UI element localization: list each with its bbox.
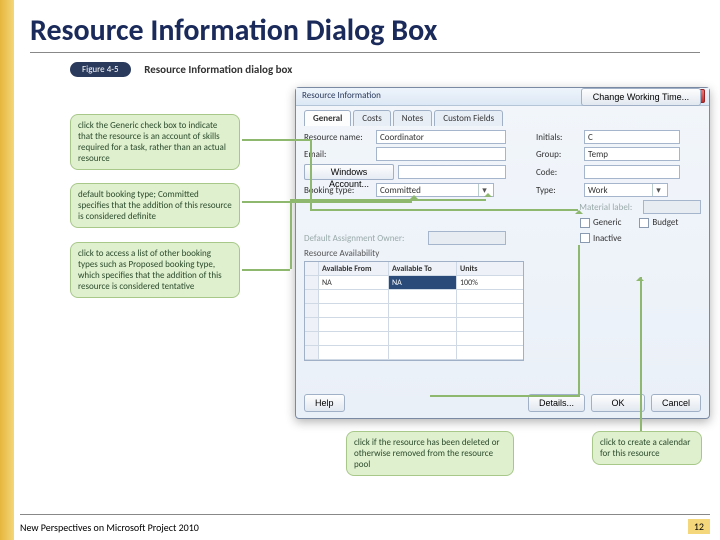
help-button[interactable]: Help [304, 394, 345, 412]
available-to-cell[interactable]: NA [389, 276, 457, 290]
chevron-down-icon: ▾ [652, 184, 664, 196]
dialog-title: Resource Information [302, 90, 381, 101]
cancel-button[interactable]: Cancel [651, 394, 701, 412]
default-assignment-owner-label: Default Assignment Owner: [304, 233, 424, 244]
callout-leader [640, 277, 642, 431]
tab-custom-fields[interactable]: Custom Fields [434, 110, 503, 126]
type-label: Type: [536, 185, 580, 196]
material-label-label: Material label: [579, 202, 639, 213]
tab-strip: General Costs Notes Custom Fields [304, 110, 701, 126]
callout-leader [242, 269, 290, 271]
callout-leader [242, 201, 412, 203]
figure-caption: Resource Information dialog box [144, 63, 292, 76]
arrow-up-icon [575, 206, 583, 214]
checkbox-icon [580, 218, 590, 228]
table-header-blank [305, 262, 319, 276]
code-label: Code: [536, 167, 580, 178]
checkbox-icon [639, 218, 649, 228]
callout-leader [578, 245, 580, 395]
initials-label: Initials: [536, 132, 580, 143]
tab-notes[interactable]: Notes [393, 110, 432, 126]
booking-type-select[interactable]: Committed ▾ [376, 183, 494, 197]
callout-leader [430, 395, 580, 397]
checkbox-icon [580, 233, 590, 243]
resource-information-dialog: Resource Information ✕ General Costs Not… [295, 87, 710, 419]
callout-change-working-time: click to create a calendar for this reso… [592, 431, 702, 465]
title-divider [30, 52, 700, 53]
arrow-up-icon [636, 273, 644, 281]
type-value: Work [588, 184, 608, 196]
slide-title: Resource Information Dialog Box [30, 12, 700, 49]
table-header-to: Available To [389, 262, 457, 276]
arrow-up-icon [484, 189, 492, 197]
callout-booking-dropdown: click to access a list of other booking … [70, 242, 240, 298]
initials-input[interactable]: C [584, 130, 680, 144]
table-header-units: Units [457, 262, 523, 276]
windows-account-button[interactable]: Windows Account... [304, 164, 394, 180]
callout-generic-checkbox: click the Generic check box to indicate … [70, 114, 240, 170]
resource-availability-label: Resource Availability [304, 248, 701, 259]
callout-booking-committed: default booking type; Committed specifie… [70, 183, 240, 228]
group-label: Group: [536, 149, 580, 160]
resource-name-input[interactable]: Coordinator [376, 130, 506, 144]
callout-leader [290, 199, 292, 269]
type-select[interactable]: Work ▾ [584, 183, 668, 197]
callout-leader [290, 199, 486, 201]
slide-accent-stripe [0, 0, 14, 540]
callout-leader [242, 139, 310, 141]
page-number: 12 [688, 519, 710, 534]
ok-button[interactable]: OK [591, 394, 645, 412]
footer-text: New Perspectives on Microsoft Project 20… [20, 521, 199, 534]
resource-name-label: Resource name: [304, 132, 372, 143]
budget-checkbox[interactable]: Budget [639, 217, 678, 228]
email-label: Email: [304, 149, 372, 160]
available-from-cell[interactable]: NA [319, 276, 389, 290]
windows-account-input[interactable] [398, 165, 506, 179]
email-input[interactable] [376, 147, 506, 161]
arrow-up-icon [410, 191, 418, 199]
figure-label: Figure 4-5 Resource Information dialog b… [70, 59, 292, 78]
footer-divider [20, 514, 710, 515]
code-input[interactable] [584, 165, 680, 179]
callout-inactive-checkbox: click if the resource has been deleted o… [346, 431, 514, 476]
details-button[interactable]: Details... [528, 394, 585, 412]
table-header-from: Available From [319, 262, 389, 276]
tab-costs[interactable]: Costs [353, 110, 391, 126]
slide-footer: New Perspectives on Microsoft Project 20… [0, 514, 720, 536]
group-input[interactable]: Temp [584, 147, 680, 161]
booking-type-label: Booking type: [304, 185, 372, 196]
callout-leader [310, 209, 578, 211]
change-working-time-button[interactable]: Change Working Time... [581, 88, 701, 106]
default-assignment-owner-input [428, 231, 506, 245]
material-label-input [643, 200, 701, 214]
table-row-handle[interactable] [305, 276, 319, 290]
generic-checkbox[interactable]: Generic [580, 217, 621, 228]
availability-table: Available From Available To Units NA NA … [304, 261, 524, 361]
figure-tag: Figure 4-5 [70, 62, 131, 77]
inactive-checkbox[interactable]: Inactive [580, 233, 622, 244]
tab-general[interactable]: General [304, 110, 351, 126]
units-cell[interactable]: 100% [457, 276, 523, 290]
